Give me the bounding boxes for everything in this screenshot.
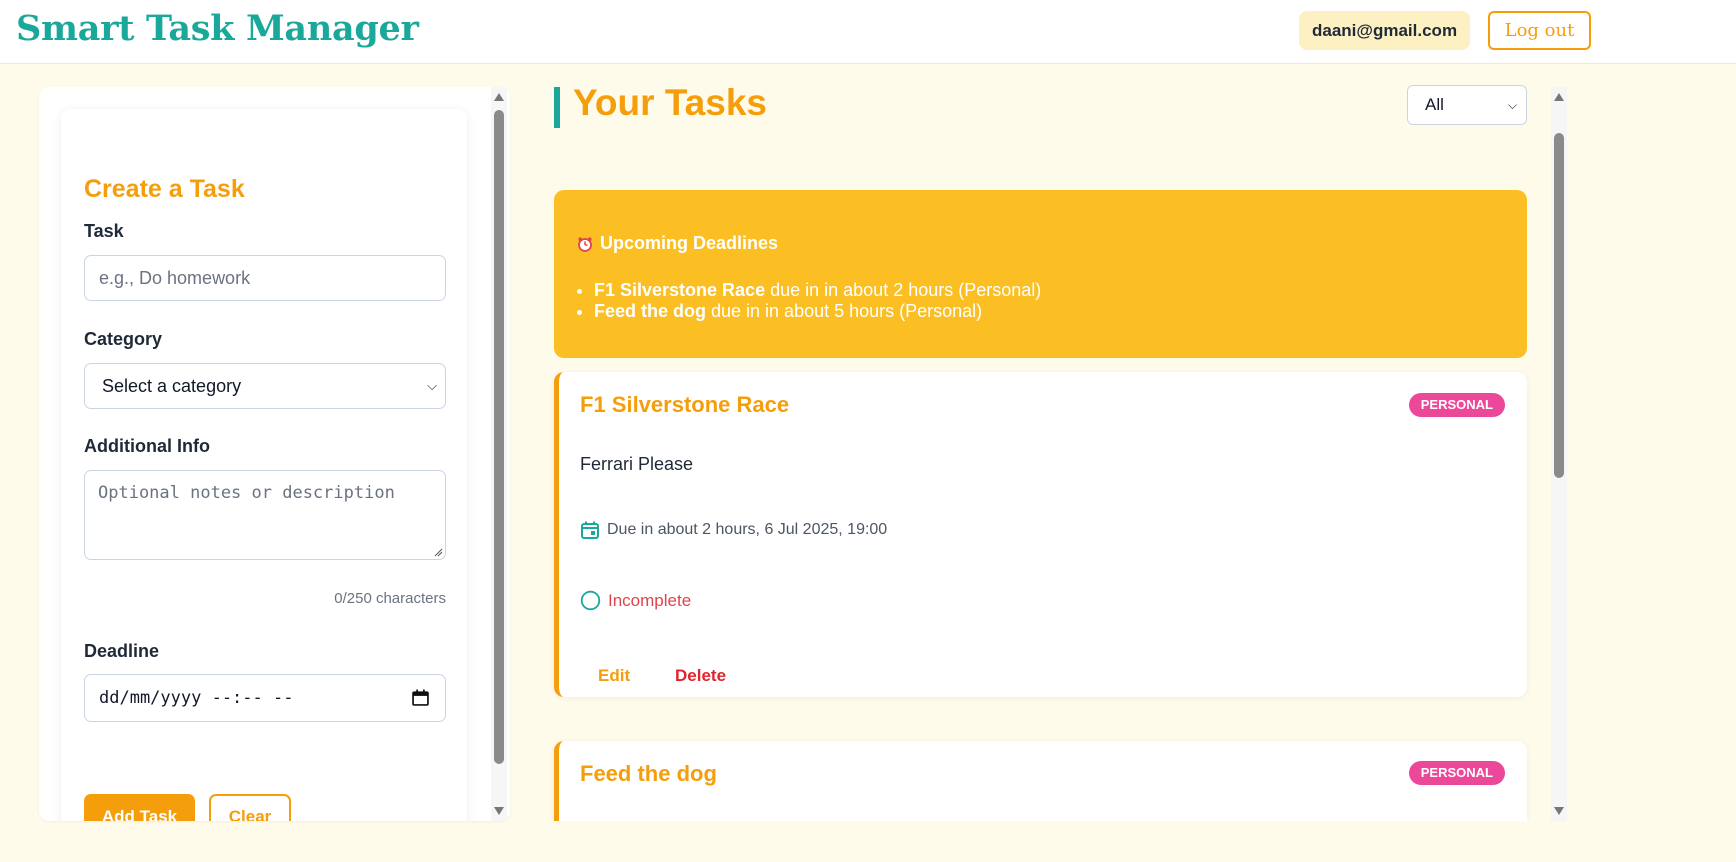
filter-selected-value: All xyxy=(1425,95,1444,114)
task-status-text: Incomplete xyxy=(608,590,692,610)
page-bottom-background xyxy=(554,821,1534,862)
circle-outline-icon[interactable] xyxy=(580,590,601,611)
tasks-scroll-thumb[interactable] xyxy=(1554,133,1564,478)
deadlines-list: F1 Silverstone Race due in in about 2 ho… xyxy=(594,280,1041,322)
delete-button[interactable]: Delete xyxy=(675,666,726,686)
category-selected-value: Select a category xyxy=(102,376,242,396)
resize-grip-icon[interactable] xyxy=(433,547,443,557)
upcoming-deadlines-box: Upcoming Deadlines F1 Silverstone Race d… xyxy=(554,190,1527,358)
deadline-task-name: Feed the dog xyxy=(594,301,706,321)
title-accent-bar xyxy=(554,87,560,128)
task-description: Ferrari Please xyxy=(580,454,694,474)
deadline-task-name: F1 Silverstone Race xyxy=(594,280,766,300)
tasks-scrollbar[interactable] xyxy=(1551,87,1567,821)
additional-info-label: Additional Info xyxy=(84,436,210,456)
task-status: Incomplete xyxy=(580,590,691,611)
scroll-down-arrow-icon[interactable] xyxy=(494,807,504,815)
deadline-item: F1 Silverstone Race due in in about 2 ho… xyxy=(594,280,1041,301)
task-card: Feed the dog PERSONAL xyxy=(554,741,1527,821)
left-scroll-thumb[interactable] xyxy=(494,110,504,764)
left-panel-scrollbar[interactable] xyxy=(491,87,507,821)
scroll-up-arrow-icon[interactable] xyxy=(494,93,504,101)
alarm-clock-icon xyxy=(578,236,592,252)
clear-button[interactable]: Clear xyxy=(209,794,291,821)
create-task-panel: Create a Task Task e.g., Do homework Cat… xyxy=(39,87,510,821)
category-badge: PERSONAL xyxy=(1408,761,1505,785)
deadline-item: Feed the dog due in in about 5 hours (Pe… xyxy=(594,301,1041,322)
task-due: Due in about 2 hours, 6 Jul 2025, 19:00 xyxy=(580,520,887,540)
task-title: Feed the dog xyxy=(580,761,717,786)
deadlines-heading-text: Upcoming Deadlines xyxy=(600,233,779,253)
user-email-badge: daani@gmail.com xyxy=(1299,11,1471,50)
task-card: F1 Silverstone Race PERSONAL Ferrari Ple… xyxy=(554,372,1527,697)
deadline-task-detail: due in in about 5 hours (Personal) xyxy=(706,301,983,321)
chevron-down-icon: ⌵ xyxy=(1507,98,1517,112)
chevron-down-icon: ⌵ xyxy=(427,378,437,393)
calendar-picker-icon[interactable] xyxy=(412,689,429,706)
scroll-up-arrow-icon[interactable] xyxy=(1554,93,1564,101)
create-task-form: Create a Task Task e.g., Do homework Cat… xyxy=(61,109,467,821)
scroll-down-arrow-icon[interactable] xyxy=(1554,807,1564,815)
app-title: Smart Task Manager xyxy=(16,8,419,49)
category-badge: PERSONAL xyxy=(1408,393,1505,417)
deadline-placeholder: dd/mm/yyyy --:-- -- xyxy=(99,688,294,708)
filter-select[interactable]: All ⌵ xyxy=(1407,85,1527,125)
task-title: F1 Silverstone Race xyxy=(580,392,790,417)
char-count: 0/250 characters xyxy=(334,590,446,607)
additional-info-placeholder: Optional notes or description xyxy=(98,483,395,503)
category-select[interactable]: Select a category ⌵ xyxy=(84,363,446,409)
top-bar: Smart Task Manager daani@gmail.com Log o… xyxy=(0,0,1736,64)
logout-button[interactable]: Log out xyxy=(1488,11,1591,50)
edit-button[interactable]: Edit xyxy=(598,666,630,686)
form-title: Create a Task xyxy=(84,175,245,203)
task-input[interactable]: e.g., Do homework xyxy=(84,255,446,301)
task-label: Task xyxy=(84,221,124,241)
add-task-button[interactable]: Add Task xyxy=(84,794,195,821)
additional-info-textarea[interactable]: Optional notes or description xyxy=(84,470,446,560)
deadline-input[interactable]: dd/mm/yyyy --:-- -- xyxy=(84,674,446,722)
deadlines-heading: Upcoming Deadlines xyxy=(577,233,778,254)
deadline-task-detail: due in in about 2 hours (Personal) xyxy=(765,280,1042,300)
page-title: Your Tasks xyxy=(573,82,767,123)
calendar-icon xyxy=(581,521,599,539)
task-due-text: Due in about 2 hours, 6 Jul 2025, 19:00 xyxy=(607,521,888,538)
category-label: Category xyxy=(84,329,163,349)
deadline-label: Deadline xyxy=(84,641,160,661)
